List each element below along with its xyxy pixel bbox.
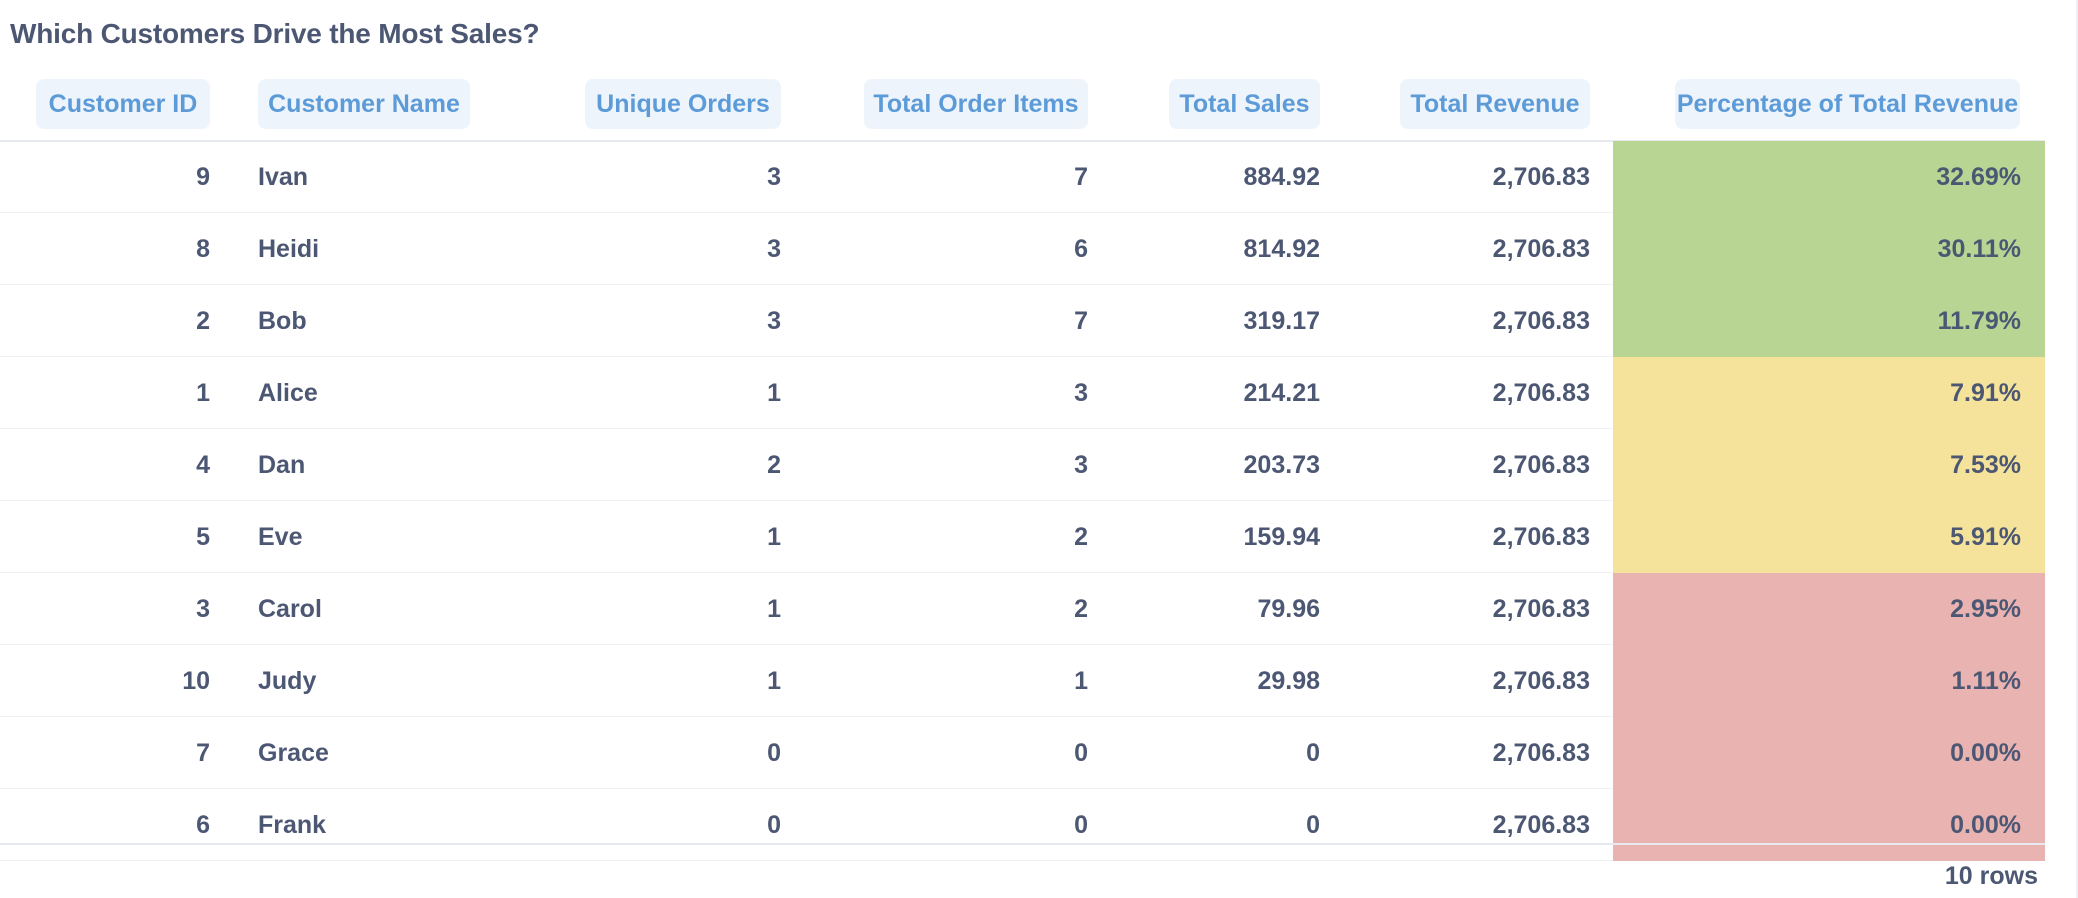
cell-total-revenue[interactable]: 2,706.83 [1400, 285, 1590, 357]
cell-total-order-items[interactable]: 1 [864, 645, 1088, 717]
cell-customer-name[interactable]: Heidi [258, 213, 558, 285]
question-card: Which Customers Drive the Most Sales? Cu… [0, 0, 2078, 898]
cell-customer-name[interactable]: Frank [258, 789, 558, 861]
cell-customer-name[interactable]: Ivan [258, 141, 558, 213]
cell-customer-name[interactable]: Carol [258, 573, 558, 645]
cell-total-order-items[interactable]: 0 [864, 717, 1088, 789]
header-total-revenue[interactable]: Total Revenue [1400, 79, 1590, 129]
cell-customer-name[interactable]: Eve [258, 501, 558, 573]
table-row[interactable]: 10 Judy 1 1 29.98 2,706.83 1.11% [0, 645, 2045, 717]
cell-total-revenue[interactable]: 2,706.83 [1400, 573, 1590, 645]
cell-total-sales[interactable]: 214.21 [1169, 357, 1320, 429]
cell-total-sales[interactable]: 0 [1169, 717, 1320, 789]
cell-total-order-items[interactable]: 2 [864, 501, 1088, 573]
cell-customer-id[interactable]: 4 [0, 429, 210, 501]
cell-unique-orders[interactable]: 1 [585, 501, 781, 573]
cell-percentage-of-total-revenue[interactable]: 7.53% [1613, 429, 2045, 501]
cell-customer-id[interactable]: 7 [0, 717, 210, 789]
header-unique-orders[interactable]: Unique Orders [585, 79, 781, 129]
cell-total-sales[interactable]: 319.17 [1169, 285, 1320, 357]
cell-total-revenue[interactable]: 2,706.83 [1400, 717, 1590, 789]
table-row[interactable]: 3 Carol 1 2 79.96 2,706.83 2.95% [0, 573, 2045, 645]
cell-unique-orders[interactable]: 2 [585, 429, 781, 501]
cell-unique-orders[interactable]: 0 [585, 789, 781, 861]
cell-customer-name[interactable]: Bob [258, 285, 558, 357]
cell-total-order-items[interactable]: 3 [864, 429, 1088, 501]
cell-total-sales[interactable]: 814.92 [1169, 213, 1320, 285]
header-customer-id[interactable]: Customer ID [36, 79, 210, 129]
cell-percentage-of-total-revenue[interactable]: 0.00% [1613, 789, 2045, 861]
cell-unique-orders[interactable]: 3 [585, 285, 781, 357]
row-count: 10 rows [1944, 862, 2038, 890]
question-title[interactable]: Which Customers Drive the Most Sales? [10, 18, 540, 50]
cell-total-order-items[interactable]: 0 [864, 789, 1088, 861]
cell-percentage-of-total-revenue[interactable]: 1.11% [1613, 645, 2045, 717]
cell-customer-id[interactable]: 8 [0, 213, 210, 285]
cell-total-order-items[interactable]: 3 [864, 357, 1088, 429]
table-row[interactable]: 5 Eve 1 2 159.94 2,706.83 5.91% [0, 501, 2045, 573]
cell-total-order-items[interactable]: 2 [864, 573, 1088, 645]
cell-customer-id[interactable]: 3 [0, 573, 210, 645]
cell-customer-name[interactable]: Dan [258, 429, 558, 501]
table-header: Customer ID Customer Name Unique Orders … [0, 76, 2045, 142]
cell-customer-id[interactable]: 5 [0, 501, 210, 573]
cell-total-revenue[interactable]: 2,706.83 [1400, 645, 1590, 717]
cell-customer-id[interactable]: 6 [0, 789, 210, 861]
cell-total-revenue[interactable]: 2,706.83 [1400, 357, 1590, 429]
table-row[interactable]: 8 Heidi 3 6 814.92 2,706.83 30.11% [0, 213, 2045, 285]
cell-customer-id[interactable]: 10 [0, 645, 210, 717]
cell-customer-id[interactable]: 2 [0, 285, 210, 357]
table-row[interactable]: 7 Grace 0 0 0 2,706.83 0.00% [0, 717, 2045, 789]
cell-unique-orders[interactable]: 3 [585, 213, 781, 285]
cell-customer-id[interactable]: 9 [0, 141, 210, 213]
cell-total-sales[interactable]: 159.94 [1169, 501, 1320, 573]
cell-total-revenue[interactable]: 2,706.83 [1400, 501, 1590, 573]
cell-customer-name[interactable]: Grace [258, 717, 558, 789]
cell-unique-orders[interactable]: 1 [585, 357, 781, 429]
cell-percentage-of-total-revenue[interactable]: 32.69% [1613, 141, 2045, 213]
cell-customer-id[interactable]: 1 [0, 357, 210, 429]
cell-total-revenue[interactable]: 2,706.83 [1400, 141, 1590, 213]
header-total-order-items[interactable]: Total Order Items [864, 79, 1088, 129]
cell-percentage-of-total-revenue[interactable]: 7.91% [1613, 357, 2045, 429]
cell-unique-orders[interactable]: 1 [585, 645, 781, 717]
header-total-sales[interactable]: Total Sales [1169, 79, 1320, 129]
cell-total-order-items[interactable]: 6 [864, 213, 1088, 285]
table-row[interactable]: 6 Frank 0 0 0 2,706.83 0.00% [0, 789, 2045, 861]
cell-unique-orders[interactable]: 3 [585, 141, 781, 213]
cell-total-revenue[interactable]: 2,706.83 [1400, 789, 1590, 861]
cell-percentage-of-total-revenue[interactable]: 11.79% [1613, 285, 2045, 357]
cell-total-sales[interactable]: 884.92 [1169, 141, 1320, 213]
cell-total-sales[interactable]: 29.98 [1169, 645, 1320, 717]
table-row[interactable]: 4 Dan 2 3 203.73 2,706.83 7.53% [0, 429, 2045, 501]
cell-total-order-items[interactable]: 7 [864, 141, 1088, 213]
table-row[interactable]: 2 Bob 3 7 319.17 2,706.83 11.79% [0, 285, 2045, 357]
cell-unique-orders[interactable]: 0 [585, 717, 781, 789]
table-body: 9 Ivan 3 7 884.92 2,706.83 32.69% 8 Heidi 3 6 814.9… [0, 141, 2045, 861]
cell-total-revenue[interactable]: 2,706.83 [1400, 213, 1590, 285]
cell-total-revenue[interactable]: 2,706.83 [1400, 429, 1590, 501]
footer-divider [0, 843, 2045, 845]
cell-total-sales[interactable]: 0 [1169, 789, 1320, 861]
cell-total-sales[interactable]: 203.73 [1169, 429, 1320, 501]
header-customer-name[interactable]: Customer Name [258, 79, 470, 129]
header-percentage-of-total-revenue[interactable]: Percentage of Total Revenue [1675, 79, 2020, 129]
cell-percentage-of-total-revenue[interactable]: 2.95% [1613, 573, 2045, 645]
cell-total-order-items[interactable]: 7 [864, 285, 1088, 357]
cell-customer-name[interactable]: Alice [258, 357, 558, 429]
table-row[interactable]: 9 Ivan 3 7 884.92 2,706.83 32.69% [0, 141, 2045, 213]
cell-percentage-of-total-revenue[interactable]: 30.11% [1613, 213, 2045, 285]
cell-percentage-of-total-revenue[interactable]: 0.00% [1613, 717, 2045, 789]
cell-unique-orders[interactable]: 1 [585, 573, 781, 645]
table-row[interactable]: 1 Alice 1 3 214.21 2,706.83 7.91% [0, 357, 2045, 429]
cell-percentage-of-total-revenue[interactable]: 5.91% [1613, 501, 2045, 573]
cell-total-sales[interactable]: 79.96 [1169, 573, 1320, 645]
cell-customer-name[interactable]: Judy [258, 645, 558, 717]
